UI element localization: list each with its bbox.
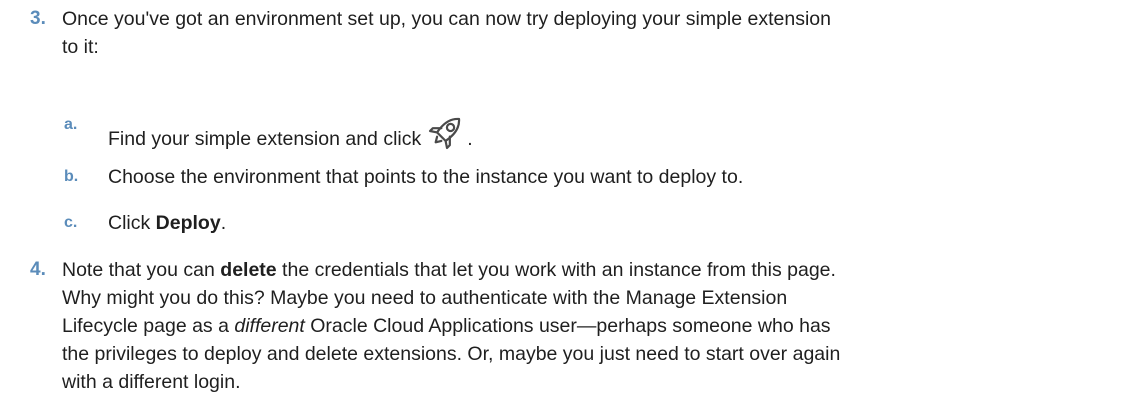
step-4-line-5: with a different login. — [62, 371, 241, 393]
step-4-l1-before: Note that you can — [62, 259, 221, 281]
step-4-l3-after: Oracle Cloud Applications user—perhaps s… — [304, 315, 831, 337]
step-3b-text: Choose the environment that points to th… — [108, 166, 744, 188]
step-3c-before: Click — [108, 212, 156, 234]
step-4-line-3: Lifecycle page as a different Oracle Clo… — [62, 312, 1112, 340]
document-page: 3. Once you've got an environment set up… — [0, 0, 1134, 411]
step-4-l3-before: Lifecycle page as a — [62, 315, 235, 337]
step-3a-text: Find your simple extension and click . — [108, 111, 1108, 153]
substep-letter: b. — [64, 168, 79, 185]
step-number: 3. — [30, 8, 46, 29]
step-3a-label: Find your simple extension and click — [108, 128, 422, 150]
deploy-emphasis: Deploy — [155, 212, 221, 234]
substep-letter: c. — [64, 214, 78, 231]
step-4-l1-after: the credentials that let you work with a… — [276, 259, 836, 281]
substep-letter: a. — [64, 116, 78, 133]
step-4-line-2: Why might you do this? Maybe you need to… — [62, 287, 788, 309]
step-3-line-1: Once you've got an environment set up, y… — [62, 8, 831, 30]
different-emphasis: different — [234, 315, 305, 337]
step-3-text: Once you've got an environment set up, y… — [62, 5, 1112, 61]
step-4-text: Note that you can delete the credentials… — [62, 256, 1112, 396]
step-4-line-4: the privileges to deploy and delete exte… — [62, 343, 841, 365]
rocket-icon — [427, 111, 467, 151]
step-3c-text: Click Deploy. — [108, 209, 1108, 237]
step-number: 4. — [30, 259, 46, 280]
step-3c-period: . — [220, 212, 227, 234]
step-3a-period: . — [467, 128, 473, 150]
step-4-line-1: Note that you can delete the credentials… — [62, 256, 1112, 284]
step-3-line-2: to it: — [62, 36, 99, 58]
delete-emphasis: delete — [220, 259, 277, 281]
